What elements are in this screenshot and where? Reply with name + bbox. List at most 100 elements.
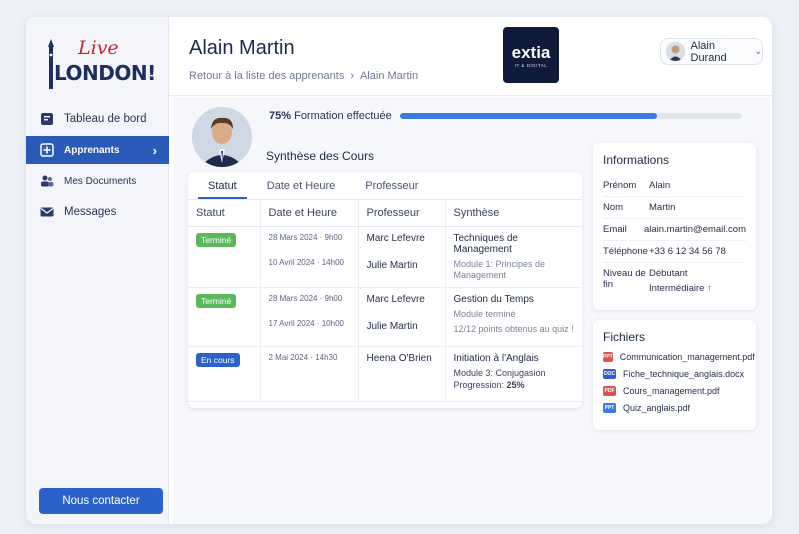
professor-name: Marc Lefevre	[366, 232, 425, 244]
course-progress: Progression: 25%	[454, 380, 575, 391]
courses-table: Statut Date et Heure Professeur Synthèse…	[188, 200, 582, 402]
file-name: Quiz_anglais.pdf	[623, 403, 691, 413]
progress-fill	[400, 113, 657, 119]
info-key: Email	[603, 224, 627, 235]
arrow-up-icon: ↑	[707, 283, 712, 294]
course-detail: 12/12 points obtenus au quiz !	[453, 323, 574, 334]
sidebar-item-label: Tableau de bord	[64, 113, 147, 125]
live-london-logo[interactable]: Live LONDON!	[46, 37, 161, 97]
sidebar-item-label: Apprenants	[64, 144, 120, 156]
file-item[interactable]: DOC Fiche_technique_anglais.docx	[603, 369, 746, 379]
sidebar-item-documents[interactable]: Mes Documents	[26, 167, 169, 195]
company-name: extia	[511, 42, 551, 62]
chevron-right-icon: ›	[350, 70, 354, 82]
session-date: 10 Avril 2024 · 14h00	[268, 257, 344, 267]
ppt-file-icon: PPT	[603, 403, 616, 413]
tab-statut[interactable]: Statut	[198, 172, 247, 199]
sidebar-item-messages[interactable]: Messages	[26, 198, 169, 226]
course-progress-value: 25%	[506, 379, 525, 390]
info-key: Prénom	[603, 180, 637, 191]
file-item[interactable]: PPT Quiz_anglais.pdf	[603, 403, 746, 413]
progress-bar	[400, 113, 742, 119]
column-header[interactable]: Statut	[188, 200, 261, 227]
company-tagline: IT & DIGITAL	[514, 62, 548, 68]
session-date: 2 Mai 2024 · 14h30	[268, 352, 338, 362]
course-title: Gestion du Temps	[453, 293, 534, 305]
dashboard-icon	[40, 112, 54, 126]
table-row[interactable]: Terminé 28 Mars 2024 · 9h00 17 Avril 202…	[188, 287, 582, 347]
user-menu[interactable]: Alain Durand ⌄	[660, 38, 763, 65]
info-row: Nom Martin	[603, 197, 746, 219]
breadcrumb-back-link[interactable]: Retour à la liste des apprenants	[189, 70, 344, 82]
logo-london-text: LONDON!	[54, 61, 156, 85]
chevron-right-icon: ›	[152, 142, 157, 158]
files-card: Fichiers PPT Communication_management.pd…	[593, 320, 756, 430]
courses-tabs: Statut Date et Heure Professeur	[188, 172, 582, 200]
status-badge: Terminé	[196, 232, 237, 247]
app-window: Live LONDON! Tableau de bord Apprenants …	[26, 17, 772, 524]
column-header[interactable]: Professeur	[358, 200, 446, 227]
column-header[interactable]: Date et Heure	[260, 200, 359, 227]
user-name: Alain Durand	[690, 39, 727, 64]
breadcrumb: Retour à la liste des apprenants › Alain M…	[189, 70, 418, 82]
info-row: Email alain.martin@email.com	[603, 219, 746, 241]
plus-square-icon	[40, 143, 54, 157]
progress-label: 75% Formation effectuée	[269, 110, 392, 122]
course-title: Techniques de Management	[453, 232, 519, 255]
info-card: Informations Prénom Alain Nom Martin Ema…	[593, 143, 756, 310]
breadcrumb-current: Alain Martin	[360, 70, 419, 82]
sidebar: Live LONDON! Tableau de bord Apprenants …	[26, 17, 169, 524]
contact-button[interactable]: Nous contacter	[39, 488, 163, 514]
file-name: Communication_management.pdf	[619, 352, 755, 362]
professor-name: Julie Martin	[366, 320, 418, 332]
sidebar-item-apprenants[interactable]: Apprenants ›	[26, 136, 169, 164]
info-value: +33 6 12 34 56 78	[649, 246, 726, 257]
course-detail: Module 1: Principes de Management	[453, 258, 546, 280]
courses-title: Synthèse des Cours	[266, 149, 375, 163]
table-row[interactable]: Terminé 28 Mars 2024 · 9h00 10 Avril 202…	[188, 226, 582, 288]
progress-caption: Formation effectuée	[294, 110, 392, 122]
page-title: Alain Martin	[189, 37, 295, 59]
session-date: 17 Avril 2024 · 10h00	[268, 318, 344, 328]
sidebar-item-dashboard[interactable]: Tableau de bord	[26, 105, 169, 133]
tab-professeur[interactable]: Professeur	[355, 172, 428, 199]
info-value[interactable]: alain.martin@email.com	[644, 224, 746, 235]
sidebar-nav: Tableau de bord Apprenants › Mes Documen…	[26, 105, 169, 229]
info-row-level: Niveau de fin Débutant Intermédiaire ↑	[603, 263, 746, 299]
mail-icon	[40, 205, 54, 219]
sidebar-item-label: Messages	[64, 206, 117, 218]
ppt-file-icon: PPT	[603, 352, 613, 362]
file-item[interactable]: PPT Communication_management.pdf	[603, 352, 755, 362]
doc-file-icon: DOC	[603, 369, 616, 379]
professor-name: Heena O'Brien	[366, 352, 432, 364]
level-to: Intermédiaire ↑	[649, 283, 712, 294]
file-item[interactable]: PDF Cours_management.pdf	[603, 386, 746, 396]
column-header[interactable]: Synthèse	[445, 200, 582, 227]
avatar	[666, 42, 685, 61]
info-title: Informations	[603, 153, 670, 167]
info-value: Alain	[649, 180, 671, 191]
course-detail: Module 3: Conjugasion	[453, 367, 546, 378]
table-header-row: Statut Date et Heure Professeur Synthèse	[188, 200, 582, 227]
profile-photo	[192, 107, 252, 167]
info-value: Martin	[649, 202, 676, 213]
info-row: Prénom Alain	[603, 175, 746, 197]
progress-percent: 75%	[269, 110, 292, 122]
status-badge: Terminé	[196, 293, 237, 308]
session-date: 28 Mars 2024 · 9h00	[268, 232, 343, 242]
course-progress-label: Progression:	[453, 379, 505, 390]
course-detail: Module terminé	[453, 308, 516, 319]
table-row[interactable]: En cours 2 Mai 2024 · 14h30 Heena O'Brie…	[188, 346, 582, 402]
info-row: Téléphone +33 6 12 34 56 78	[603, 241, 746, 263]
sidebar-item-label: Mes Documents	[64, 175, 137, 187]
courses-card: Statut Date et Heure Professeur Statut D…	[188, 172, 582, 408]
level-from: Débutant	[649, 268, 688, 279]
level-to-label: Intermédiaire	[649, 283, 705, 294]
info-key: Nom	[603, 202, 624, 213]
tab-date-heure[interactable]: Date et Heure	[257, 172, 345, 199]
logo-live-text: Live	[78, 37, 119, 59]
chevron-down-icon: ⌄	[754, 46, 762, 56]
course-title: Initiation à l'Anglais	[453, 352, 539, 364]
session-date: 28 Mars 2024 · 9h00	[268, 293, 343, 303]
pdf-file-icon: PDF	[603, 386, 616, 396]
